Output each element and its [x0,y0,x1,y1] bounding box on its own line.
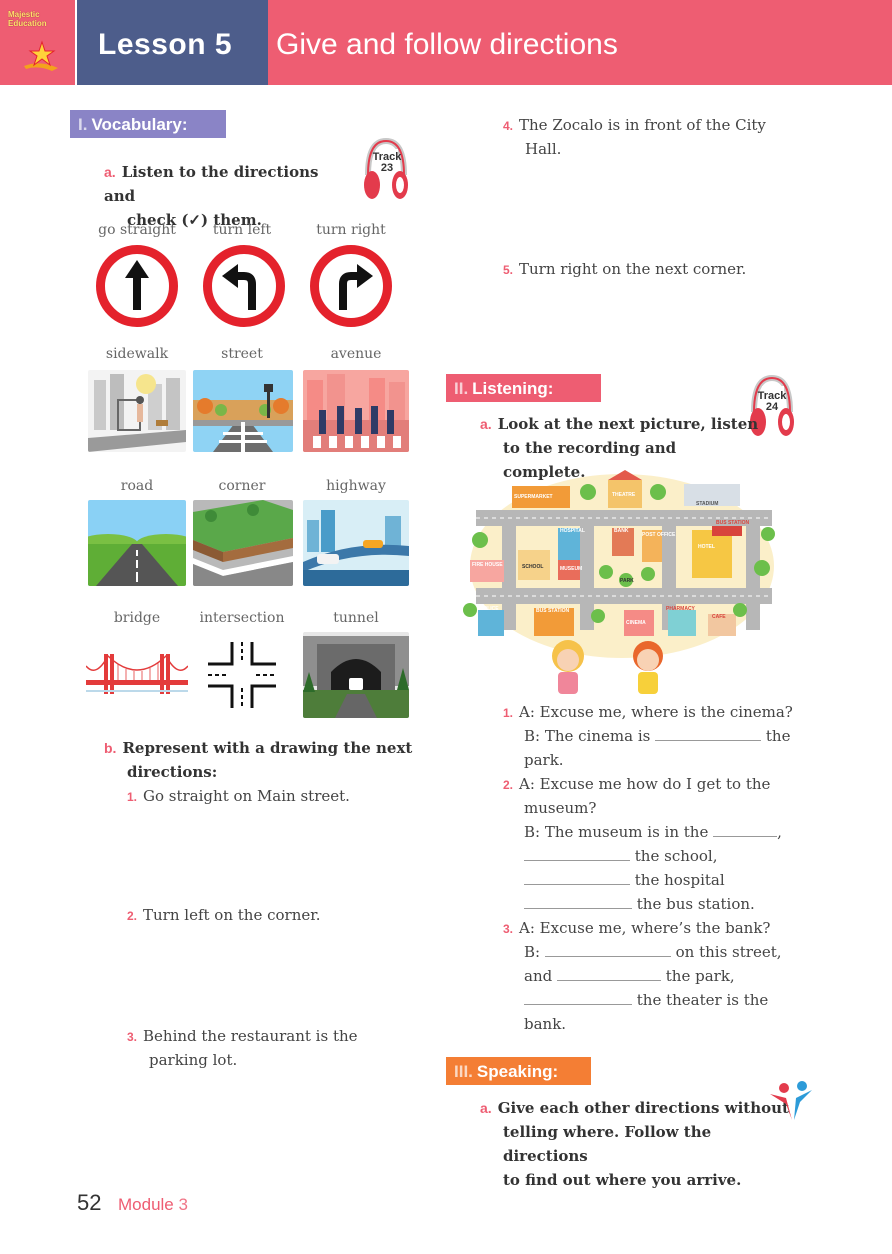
lesson-title: Give and follow directions [276,28,618,61]
listening-question-2: 2. A: Excuse me how do I get to the museu… [503,775,782,913]
arrow-turn-left-icon [222,264,256,310]
b-item-3: 3. Behind the restaurant is the parking l… [127,1027,358,1069]
listening-question-3: 3. A: Excuse me, where’s the bank? B: on … [503,919,782,1033]
map-label-school: SCHOOL [522,564,543,570]
go-straight-sign[interactable] [96,245,178,327]
map-label-park: PARK [620,578,634,584]
turn-left-sign[interactable] [203,245,285,327]
map-label-fire-house: FIRE HOUSE [472,562,503,568]
blank-q2-4[interactable] [524,895,632,909]
word-corner: corner [218,478,266,494]
map-label-museum: MUSEUM [560,566,582,572]
section-vocabulary: I. Vocabulary: [70,110,226,138]
sidewalk-image[interactable] [88,370,186,452]
page-number: 52 [77,1190,102,1215]
word-intersection: intersection [199,610,285,626]
road-image[interactable] [88,500,186,586]
section-speaking: III. Speaking: [446,1057,591,1085]
word-tunnel: tunnel [333,610,379,626]
word-street: street [221,346,263,362]
track-23-label: Track 23 [372,151,402,174]
module-label: Module 3 [118,1195,188,1214]
map-label-stadium: STADIUM [696,501,718,507]
map-label-hospital: HOSPITAL [560,528,585,534]
word-road: road [120,478,154,494]
map-label-police: POLICE [480,606,499,612]
logo-star-icon [24,40,58,71]
highway-image[interactable] [303,500,409,586]
map-label-cinema: CINEMA [626,620,646,626]
vocab-instruction-b: b. Represent with a drawing the next dire… [104,739,413,781]
word-turn-left: turn left [212,222,272,238]
avenue-image[interactable] [303,370,409,452]
blank-q1[interactable] [655,727,762,741]
blank-q3-2[interactable] [557,967,661,981]
blank-q3-1[interactable] [544,943,671,957]
map-label-hotel: HOTEL [698,544,715,550]
b-item-5: 5. Turn right on the next corner. [503,260,747,278]
word-go-straight: go straight [98,222,176,238]
blank-q2-3[interactable] [524,871,630,885]
word-sidewalk: sidewalk [105,346,169,362]
street-image[interactable] [193,370,293,452]
map-label-pharmacy: PHARMACY [666,606,696,612]
corner-image[interactable] [193,500,293,586]
track-24-label: Track 24 [757,390,787,413]
word-bridge: bridge [113,610,161,626]
map-label-bank: BANK [614,528,629,534]
speaking-figures-icon [770,1081,812,1120]
b-item-1: 1. Go straight on Main street. [127,787,350,805]
arrow-up-icon [125,260,149,310]
logo-text: Majestic Education [8,10,47,28]
map-label-cafe: CAFE [712,614,726,620]
b-item-4: 4. The Zocalo is in front of the City Hal… [503,116,766,158]
map-label-theatre: THEATRE [612,492,636,498]
blank-q2-2[interactable] [524,847,630,861]
map-label-post-office: POST OFFICE [642,532,676,538]
word-turn-right: turn right [316,222,386,238]
word-highway: highway [326,478,386,494]
turn-right-sign[interactable] [310,245,392,327]
section-listening: II. Listening: [446,374,601,402]
map-label-bus-station: BUS STATION [536,608,570,614]
bridge-image[interactable] [86,650,188,698]
map-label-bus-station-top: BUS STATION [716,520,750,526]
blank-q3-3[interactable] [524,991,632,1005]
b-item-2: 2. Turn left on the corner. [127,906,321,924]
listening-question-1: 1. A: Excuse me, where is the cinema? B: … [503,703,793,769]
tunnel-image[interactable] [303,632,409,718]
map-label-supermarket: SUPERMARKET [514,494,553,500]
blank-q2-1[interactable] [713,823,778,837]
lesson-label: Lesson 5 [98,28,233,61]
speaking-instruction-a: a. Give each other directions without tel… [480,1099,789,1189]
arrow-turn-right-icon [339,264,373,310]
intersection-image[interactable] [206,642,278,708]
word-avenue: avenue [330,346,382,362]
city-map-image[interactable]: SUPERMARKET THEATRE STADIUM HOSPITAL BAN… [462,470,780,698]
